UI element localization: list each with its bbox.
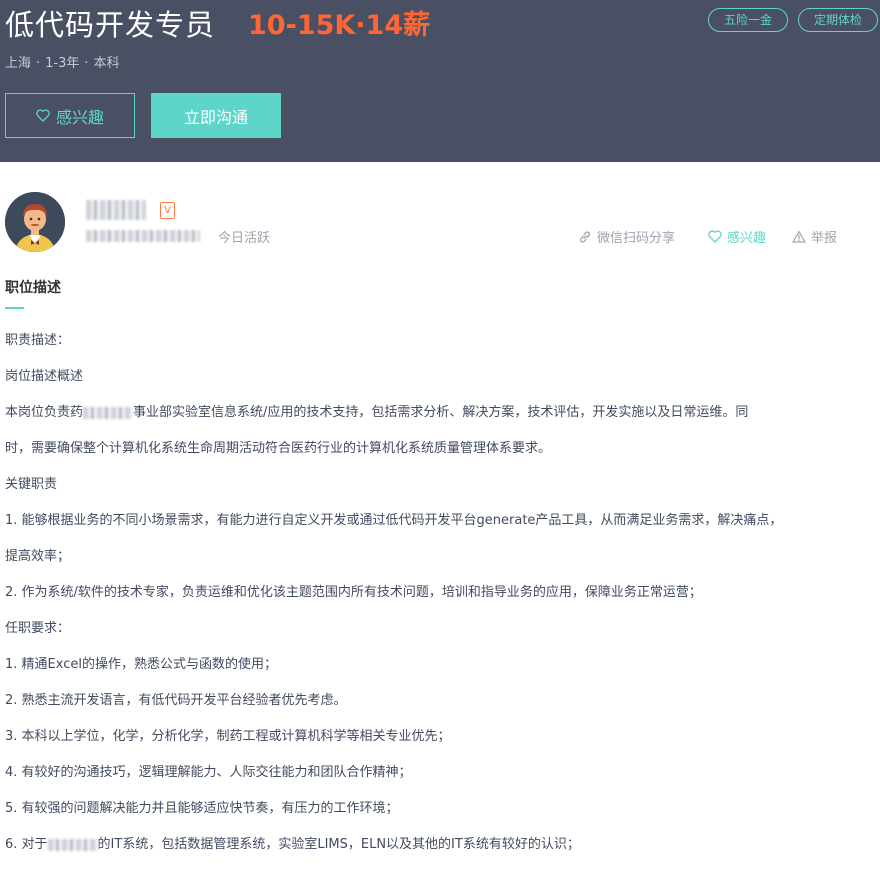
interest-button[interactable]: 感兴趣 [5,93,135,138]
description-line-text: 的IT系统，包括数据管理系统，实验室LIMS，ELN以及其他的IT系统有较好的认… [97,837,580,852]
description-line: 职责描述： [5,333,71,348]
verified-badge: V [160,202,175,219]
description-line: 提高效率； [5,549,71,564]
report-label: 举报 [811,231,838,246]
description-line: 2. 熟悉主流开发语言，有低代码开发平台经验者优先考虑。 [5,693,347,708]
wechat-share-label: 微信扫码分享 [597,231,676,246]
section-title-underline [5,307,24,309]
description-line: 2. 作为系统/软件的技术专家，负责运维和优化该主题范围内所有技术问题，培训和指… [5,585,702,600]
job-location: 上海 [5,56,32,71]
warning-icon [792,230,806,243]
redacted-company-name [47,838,98,851]
report-action[interactable]: 举报 [792,227,837,246]
meta-separator: · [84,56,89,71]
description-line: 4. 有较好的沟通技巧，逻辑理解能力、人际交往能力和团队合作精神； [5,765,412,780]
description-line: 1. 精通Excel的操作，熟悉公式与函数的使用； [5,657,277,672]
heart-icon [36,109,50,122]
benefit-tag-checkup: 定期体检 [798,8,878,32]
description-line: 任职要求： [5,621,71,636]
recruiter-active-status: 今日活跃 [218,231,271,246]
chat-now-button[interactable]: 立即沟通 [151,93,281,138]
description-line: 6. 对于 的IT系统，包括数据管理系统，实验室LIMS，ELN以及其他的IT系统… [5,835,835,871]
heart-icon [708,230,722,243]
favorite-label: 感兴趣 [727,231,767,246]
interest-button-label: 感兴趣 [55,107,104,127]
link-icon [580,231,590,242]
description-line: 5. 有较强的问题解决能力并且能够适应快节奏，有压力的工作环境； [5,801,399,816]
recruiter-avatar[interactable] [5,192,65,252]
meta-separator: · [36,56,41,71]
description-line-text: 事业部实验室信息系统/应用的技术支持，包括需求分析、解决方案，技术评估，开发实施… [133,405,749,420]
job-salary: 10-15K·14薪 [248,10,431,41]
job-degree: 本科 [93,56,120,71]
recruiter-company-redacted [86,230,200,242]
description-line: 时，需要确保整个计算机化系统生命周期活动符合医药行业的计算机化系统质量管理体系要… [5,441,552,456]
avatar-illustration [5,192,65,252]
redacted-company-name [83,406,134,419]
chat-now-button-label: 立即沟通 [183,107,248,127]
job-experience: 1-3年 [45,56,80,71]
description-line: 3. 本科以上学位，化学，分析化学，制药工程或计算机科学等相关专业优先； [5,729,451,744]
wechat-share-action[interactable]: 微信扫码分享 [578,227,675,246]
job-title: 低代码开发专员 [5,8,216,42]
job-header-banner: 低代码开发专员 10-15K·14薪 五险一金 定期体检 上海 · 1-3年 · 本科 … [0,0,880,162]
job-description-text: 职责描述： 岗位描述概述 本岗位负责药 事业部实验室信息系统/应用的技术支持，包括… [5,331,835,871]
section-title-job-description: 职位描述 [5,280,61,296]
description-line-text: 本岗位负责药 [5,405,84,420]
benefit-tag-insurance: 五险一金 [708,8,788,32]
description-line: 关键职责 [5,477,58,492]
description-line: 1. 能够根据业务的不同小场景需求，有能力进行自定义开发或通过低代码开发平台ge… [5,513,783,528]
favorite-action[interactable]: 感兴趣 [708,227,766,246]
recruiter-name-redacted [86,200,146,220]
description-line: 本岗位负责药 事业部实验室信息系统/应用的技术支持，包括需求分析、解决方案，技术评… [5,403,835,439]
description-line-text: 6. 对于 [5,837,48,852]
job-meta: 上海 · 1-3年 · 本科 [5,52,120,71]
description-line: 岗位描述概述 [5,369,84,384]
